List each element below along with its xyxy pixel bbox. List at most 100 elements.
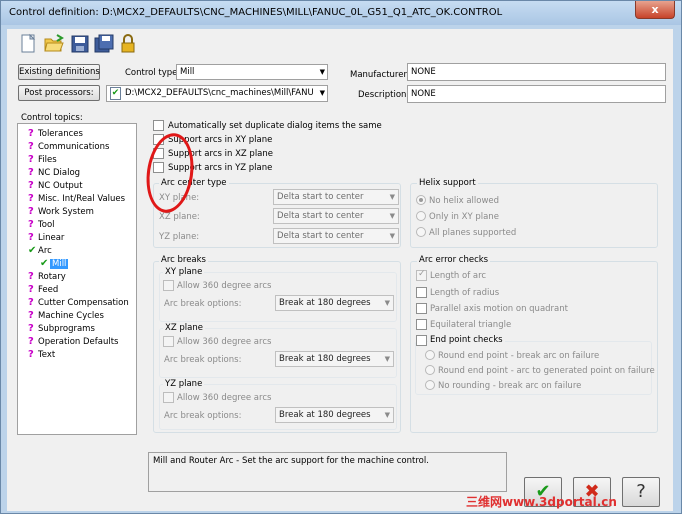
parallel-axis-checkbox[interactable]: [416, 303, 427, 314]
xy-center-select[interactable]: Delta start to center ▼: [273, 189, 399, 205]
save-icon[interactable]: [69, 33, 91, 55]
tree-item-arc[interactable]: ✔ Arc: [28, 244, 52, 257]
question-icon: ?: [28, 167, 34, 178]
xz-break-value: Break at 180 degrees: [279, 354, 371, 364]
tree-item-subprograms[interactable]: ? Subprograms: [28, 322, 95, 335]
close-button[interactable]: x: [635, 1, 675, 19]
question-icon: ?: [28, 349, 34, 360]
help-button[interactable]: ?: [622, 477, 660, 507]
xy-allow360-label: Allow 360 degree arcs: [177, 281, 272, 291]
tree-item-tool[interactable]: ? Tool: [28, 218, 55, 231]
question-icon: ?: [28, 336, 34, 347]
tree-item-mill[interactable]: ✔ Mill: [40, 257, 69, 270]
control-type-select[interactable]: Mill ▼: [176, 64, 328, 80]
xz-center-select[interactable]: Delta start to center ▼: [273, 208, 399, 224]
control-type-label: Control type:: [125, 68, 181, 78]
yz-breaks-title: YZ plane: [163, 379, 205, 389]
question-icon: ?: [28, 206, 34, 217]
tree-item-label: Subprograms: [38, 324, 95, 334]
length-of-arc-label: Length of arc: [430, 271, 487, 281]
only-xy-radio[interactable]: [416, 211, 426, 221]
tree-item-label: Machine Cycles: [38, 311, 104, 321]
help-description-box: Mill and Router Arc - Set the arc suppor…: [148, 452, 507, 492]
tree-item-label: Tolerances: [38, 129, 83, 139]
yz-break-select[interactable]: Break at 180 degrees ▼: [275, 407, 394, 423]
tree-item-linear[interactable]: ? Linear: [28, 231, 64, 244]
tree-item-tolerances[interactable]: ? Tolerances: [28, 127, 83, 140]
no-rounding-radio[interactable]: [425, 380, 435, 390]
xz-break-select[interactable]: Break at 180 degrees ▼: [275, 351, 394, 367]
question-icon: ?: [28, 297, 34, 308]
tree-item-nc-dialog[interactable]: ? NC Dialog: [28, 166, 80, 179]
question-icon: ?: [28, 271, 34, 282]
post-processors-button[interactable]: Post processors:: [18, 85, 100, 101]
tree-item-files[interactable]: ? Files: [28, 153, 57, 166]
xz-allow360-checkbox[interactable]: [163, 336, 174, 347]
window-title: Control definition: D:\MCX2_DEFAULTS\CNC…: [9, 7, 503, 18]
tree-item-machine-cycles[interactable]: ? Machine Cycles: [28, 309, 104, 322]
no-rounding-label: No rounding - break arc on failure: [438, 381, 582, 391]
only-xy-label: Only in XY plane: [429, 212, 499, 222]
tree-item-nc-output[interactable]: ? NC Output: [28, 179, 83, 192]
no-helix-radio[interactable]: [416, 195, 426, 205]
all-planes-label: All planes supported: [429, 228, 517, 238]
length-of-arc-checkbox[interactable]: [416, 269, 427, 281]
existing-definitions-button[interactable]: Existing definitions: [18, 64, 100, 80]
tree-item-operation-defaults[interactable]: ? Operation Defaults: [28, 335, 119, 348]
question-icon: ?: [28, 193, 34, 204]
yz-plane-label: YZ plane:: [159, 232, 200, 242]
chevron-down-icon: ▼: [389, 193, 395, 201]
check-icon: ✔: [28, 245, 37, 256]
check-icon: ✔: [40, 258, 49, 269]
description-field[interactable]: NONE: [407, 85, 666, 103]
xz-break-options-label: Arc break options:: [164, 355, 242, 365]
arc-breaks-title: Arc breaks: [159, 255, 208, 265]
equilateral-checkbox[interactable]: [416, 319, 427, 330]
save-as-icon[interactable]: [93, 33, 115, 55]
chevron-down-icon: ▼: [319, 68, 325, 76]
dialog-window: Control definition: D:\MCX2_DEFAULTS\CNC…: [0, 0, 682, 514]
helix-title: Helix support: [417, 178, 478, 188]
all-planes-radio[interactable]: [416, 227, 426, 237]
tree-item-rotary[interactable]: ? Rotary: [28, 270, 66, 283]
xy-break-value: Break at 180 degrees: [279, 298, 371, 308]
no-helix-label: No helix allowed: [429, 196, 500, 206]
round-break-radio[interactable]: [425, 350, 435, 360]
equilateral-label: Equilateral triangle: [430, 320, 512, 330]
question-icon: ?: [636, 481, 646, 502]
length-of-radius-label: Length of radius: [430, 288, 500, 298]
xy-break-select[interactable]: Break at 180 degrees ▼: [275, 295, 394, 311]
manufacturer-field[interactable]: NONE: [407, 63, 666, 81]
description-label: Description:: [358, 90, 410, 100]
tree-item-misc-values[interactable]: ? Misc. Int/Real Values: [28, 192, 125, 205]
yz-center-select[interactable]: Delta start to center ▼: [273, 228, 399, 244]
round-arc-point-radio[interactable]: [425, 365, 435, 375]
chevron-down-icon: ▼: [389, 212, 395, 220]
yz-allow360-checkbox[interactable]: [163, 392, 174, 403]
xy-allow360-checkbox[interactable]: [163, 280, 174, 291]
tree-item-label: Arc: [38, 246, 52, 256]
tree-item-text[interactable]: ? Text: [28, 348, 55, 361]
open-folder-icon[interactable]: [43, 33, 65, 55]
end-point-checkbox[interactable]: [416, 335, 427, 346]
tree-item-label: Misc. Int/Real Values: [38, 194, 126, 204]
tree-item-label: Text: [38, 350, 56, 360]
tree-item-communications[interactable]: ? Communications: [28, 140, 109, 153]
dup-items-checkbox[interactable]: [153, 120, 164, 131]
tree-item-label: Feed: [38, 285, 59, 295]
question-icon: ?: [28, 154, 34, 165]
question-icon: ?: [28, 128, 34, 139]
post-path-value: D:\MCX2_DEFAULTS\cnc_machines\Mill\FANU: [125, 88, 314, 98]
tree-item-work-system[interactable]: ? Work System: [28, 205, 94, 218]
question-icon: ?: [28, 219, 34, 230]
tree-item-feed[interactable]: ? Feed: [28, 283, 58, 296]
length-of-radius-checkbox[interactable]: [416, 287, 427, 298]
yz-break-options-label: Arc break options:: [164, 411, 242, 421]
lock-icon[interactable]: [117, 33, 139, 55]
post-processor-select[interactable]: ✔ D:\MCX2_DEFAULTS\cnc_machines\Mill\FAN…: [106, 85, 328, 102]
round-arc-point-label: Round end point - arc to generated point…: [438, 366, 655, 376]
new-file-icon[interactable]: [17, 33, 39, 55]
tree-item-cutter-compensation[interactable]: ? Cutter Compensation: [28, 296, 129, 309]
question-icon: ?: [28, 310, 34, 321]
dialog-client: Existing definitions Control type: Mill …: [7, 29, 673, 511]
